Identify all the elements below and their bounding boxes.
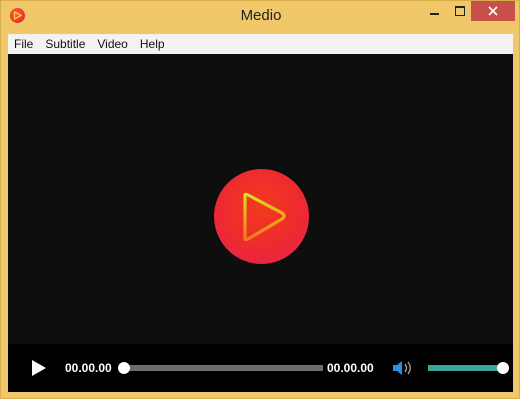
control-bar: 00.00.00 00.00.00 — [8, 344, 513, 392]
play-icon[interactable] — [30, 358, 48, 378]
volume-icon[interactable] — [392, 359, 414, 377]
maximize-icon — [455, 6, 465, 16]
seek-bar[interactable] — [124, 365, 323, 371]
center-play-button[interactable] — [214, 169, 309, 264]
video-display[interactable] — [8, 54, 513, 344]
close-icon — [488, 6, 498, 16]
minimize-button[interactable] — [421, 1, 447, 21]
menu-subtitle[interactable]: Subtitle — [39, 37, 91, 51]
volume-handle[interactable] — [497, 362, 509, 374]
volume-slider[interactable] — [428, 365, 502, 371]
seek-handle[interactable] — [118, 362, 130, 374]
menu-file[interactable]: File — [8, 37, 39, 51]
app-window: Medio File Subtitle Video Help 00.00.00 … — [0, 0, 520, 399]
menu-bar: File Subtitle Video Help — [8, 34, 513, 54]
maximize-button[interactable] — [447, 1, 473, 21]
minimize-icon — [429, 13, 439, 15]
menu-help[interactable]: Help — [134, 37, 171, 51]
title-bar[interactable]: Medio — [1, 1, 519, 33]
total-time: 00.00.00 — [327, 361, 374, 375]
big-play-icon — [243, 192, 286, 242]
menu-video[interactable]: Video — [91, 37, 133, 51]
close-button[interactable] — [471, 1, 515, 21]
current-time: 00.00.00 — [65, 361, 112, 375]
